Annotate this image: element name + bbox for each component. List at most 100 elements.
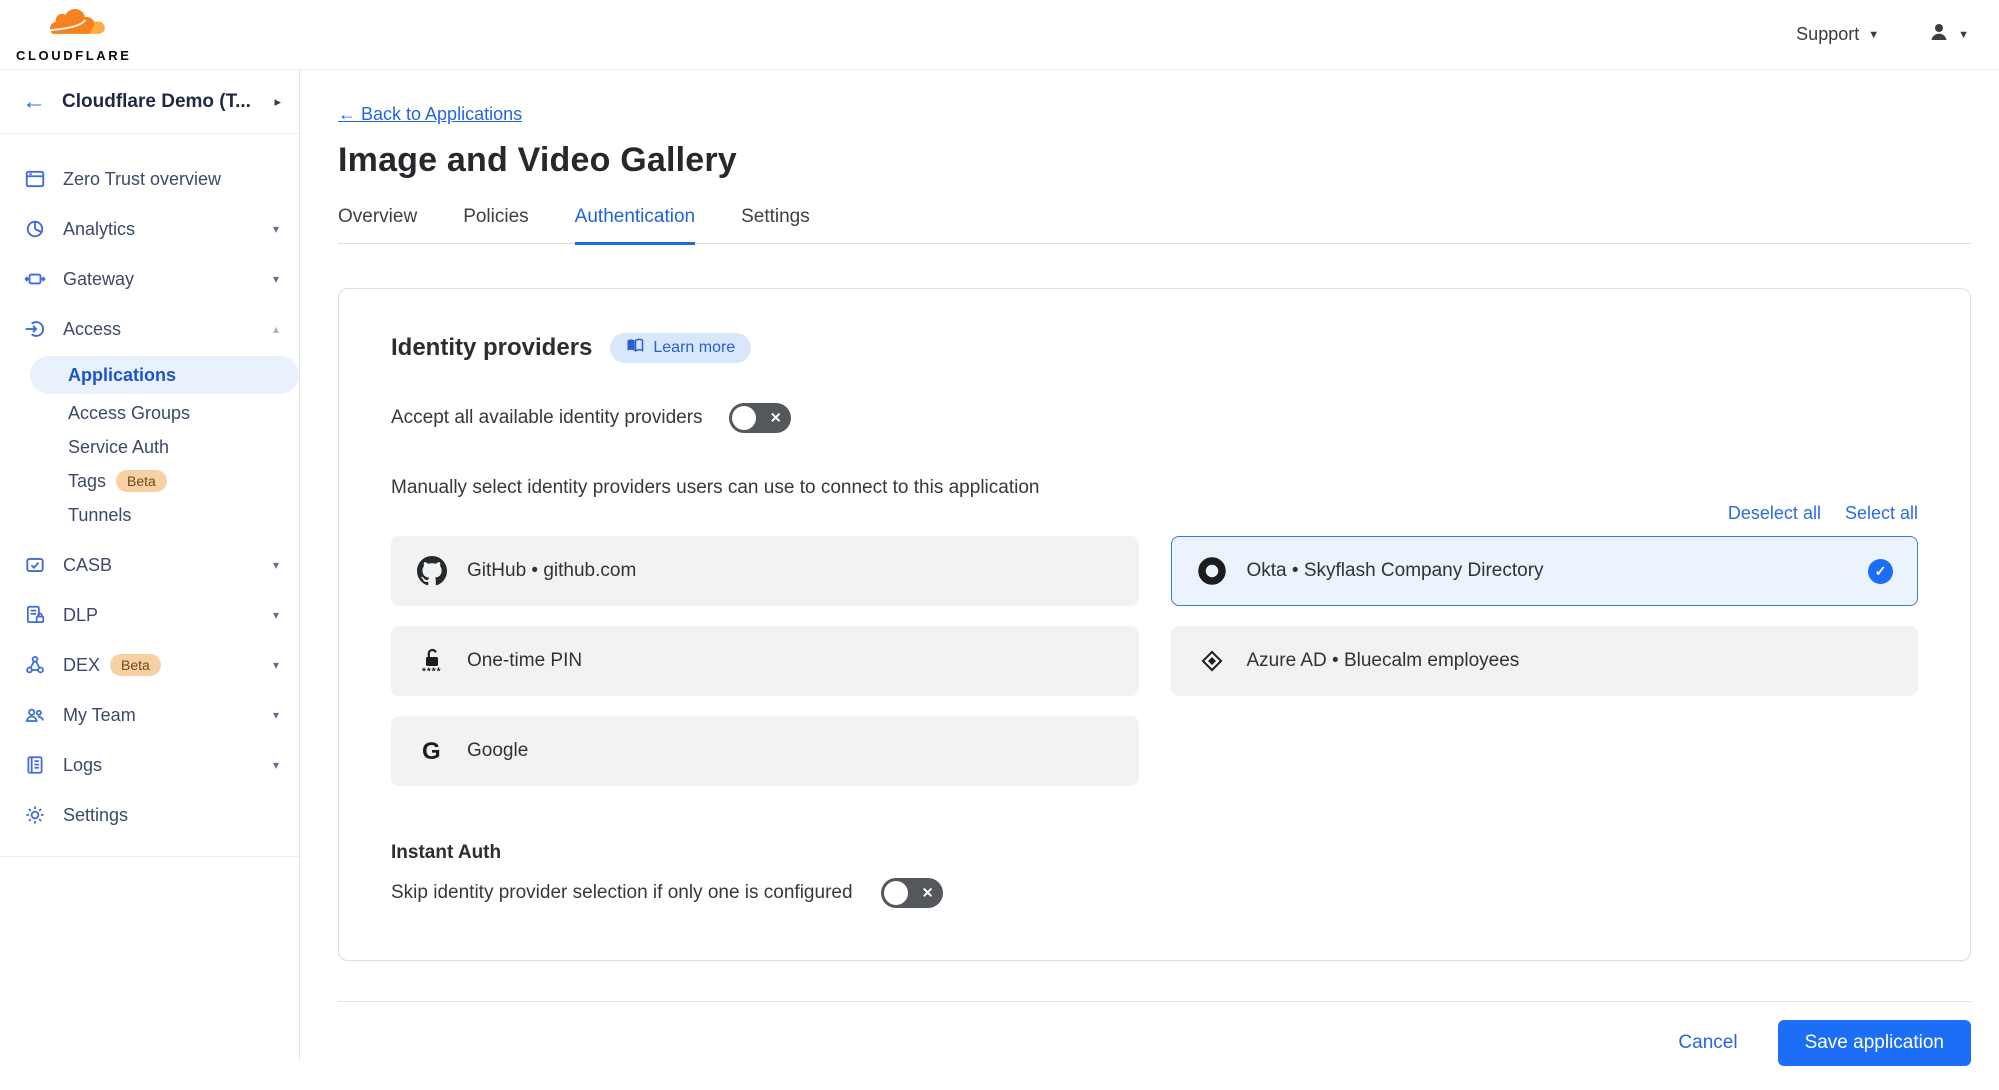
main-content: ← Back to Applications Image and Video G… [300,70,1999,1061]
log-document-icon [22,754,48,776]
beta-badge: Beta [110,654,161,676]
sidebar-divider [0,856,299,857]
sidebar-item-label: CASB [63,555,112,576]
browser-window-icon [22,168,48,190]
selection-links: Deselect all Select all [391,503,1918,524]
sidebar-item-dlp[interactable]: DLP ▾ [0,590,299,640]
user-menu[interactable]: ▼ [1927,20,1969,49]
sidebar-item-label: Access [63,319,121,340]
provider-label: Azure AD • Bluecalm employees [1247,650,1520,672]
learn-more-label: Learn more [653,339,735,357]
gear-icon [22,804,48,826]
instant-auth-heading: Instant Auth [391,842,1918,864]
skip-toggle-label: Skip identity provider selection if only… [391,882,853,904]
deselect-all-link[interactable]: Deselect all [1728,503,1821,524]
tab-overview[interactable]: Overview [338,206,417,243]
tab-authentication[interactable]: Authentication [575,206,695,245]
sidebar-item-analytics[interactable]: Analytics ▾ [0,204,299,254]
sidebar: ← Cloudflare Demo (T... ▸ Zero Trust ove… [0,70,300,1061]
provider-okta[interactable]: Okta • Skyflash Company Directory ✓ [1171,536,1919,606]
user-icon [1927,20,1951,49]
support-menu[interactable]: Support ▼ [1796,24,1879,45]
sidebar-item-label: Tunnels [68,505,131,526]
cloudflare-logo[interactable]: CLOUDFLARE [16,6,132,63]
svg-text:G: G [422,738,441,765]
chevron-down-icon: ▾ [273,758,279,772]
sidebar-item-access-groups[interactable]: Access Groups [0,396,299,430]
chevron-right-icon[interactable]: ▸ [274,94,281,110]
sidebar-item-my-team[interactable]: My Team ▾ [0,690,299,740]
sidebar-item-label: My Team [63,705,136,726]
sidebar-item-dex[interactable]: DEX Beta ▾ [0,640,299,690]
sidebar-item-label: Logs [63,755,102,776]
sidebar-item-label: Applications [68,365,176,386]
page: CLOUDFLARE Support ▼ ▼ ← C [0,0,1999,1061]
account-switcher: ← Cloudflare Demo (T... ▸ [0,70,299,134]
cloudflare-wordmark: CLOUDFLARE [16,48,132,63]
pie-chart-icon [22,218,48,240]
sidebar-item-label: Analytics [63,219,135,240]
sidebar-item-label: DEX [63,655,100,676]
select-all-link[interactable]: Select all [1845,503,1918,524]
provider-azure-ad[interactable]: Azure AD • Bluecalm employees [1171,626,1919,696]
back-to-applications-link[interactable]: ← Back to Applications [338,104,522,125]
manual-select-text: Manually select identity providers users… [391,477,1918,499]
chevron-down-icon: ▾ [273,222,279,236]
instant-auth-row: Skip identity provider selection if only… [391,878,1918,908]
cloudflare-cloud-icon [35,6,113,47]
svg-text:****: **** [422,667,442,678]
sidebar-nav: Zero Trust overview Analytics ▾ [0,134,299,857]
sidebar-item-casb[interactable]: CASB ▾ [0,540,299,590]
sidebar-item-label: Tags [68,471,106,492]
toggle-knob [732,406,756,430]
sidebar-item-access[interactable]: Access ▴ [0,304,299,354]
document-lock-icon [22,604,48,626]
sidebar-item-tags[interactable]: Tags Beta [0,464,299,498]
providers-grid: GitHub • github.com Okta • Skyflash Comp… [391,536,1918,786]
network-nodes-icon [22,654,48,676]
chevron-down-icon: ▾ [273,608,279,622]
accept-all-toggle[interactable]: ✕ [729,403,791,433]
instant-auth-toggle[interactable]: ✕ [881,878,943,908]
chevron-down-icon: ▾ [273,708,279,722]
toggle-knob [884,881,908,905]
sidebar-item-label: DLP [63,605,98,626]
cancel-button[interactable]: Cancel [1678,1032,1737,1054]
provider-label: GitHub • github.com [467,560,636,582]
chevron-down-icon: ▼ [1958,29,1969,41]
tab-policies[interactable]: Policies [463,206,528,243]
learn-more-badge[interactable]: Learn more [610,333,751,363]
sidebar-item-label: Settings [63,805,128,826]
casb-icon [22,554,48,576]
sidebar-item-logs[interactable]: Logs ▾ [0,740,299,790]
gateway-icon [22,268,48,290]
page-title: Image and Video Gallery [338,141,1971,180]
card-header: Identity providers Learn more [391,333,1918,363]
save-application-button[interactable]: Save application [1778,1020,1971,1066]
sidebar-item-zero-trust-overview[interactable]: Zero Trust overview [0,154,299,204]
provider-one-time-pin[interactable]: **** One-time PIN [391,626,1139,696]
tab-settings[interactable]: Settings [741,206,810,243]
accept-all-label: Accept all available identity providers [391,407,703,429]
sidebar-item-applications[interactable]: Applications [30,356,299,394]
book-icon [626,338,644,358]
okta-icon [1196,556,1228,586]
selected-check-icon: ✓ [1868,559,1893,584]
sidebar-item-tunnels[interactable]: Tunnels [0,498,299,532]
toggle-off-x-icon: ✕ [770,410,782,427]
accept-all-row: Accept all available identity providers … [391,403,1918,433]
sidebar-item-service-auth[interactable]: Service Auth [0,430,299,464]
chevron-down-icon: ▾ [273,272,279,286]
sidebar-item-settings[interactable]: Settings [0,790,299,840]
topbar: CLOUDFLARE Support ▼ ▼ [0,0,1999,70]
sidebar-item-label: Access Groups [68,403,190,424]
sidebar-item-gateway[interactable]: Gateway ▾ [0,254,299,304]
people-icon [22,704,48,726]
github-icon [416,556,448,586]
chevron-up-icon: ▴ [273,322,279,336]
provider-google[interactable]: G Google [391,716,1139,786]
chevron-down-icon: ▼ [1868,29,1879,41]
provider-github[interactable]: GitHub • github.com [391,536,1139,606]
beta-badge: Beta [116,470,167,492]
back-arrow-icon[interactable]: ← [22,90,46,114]
